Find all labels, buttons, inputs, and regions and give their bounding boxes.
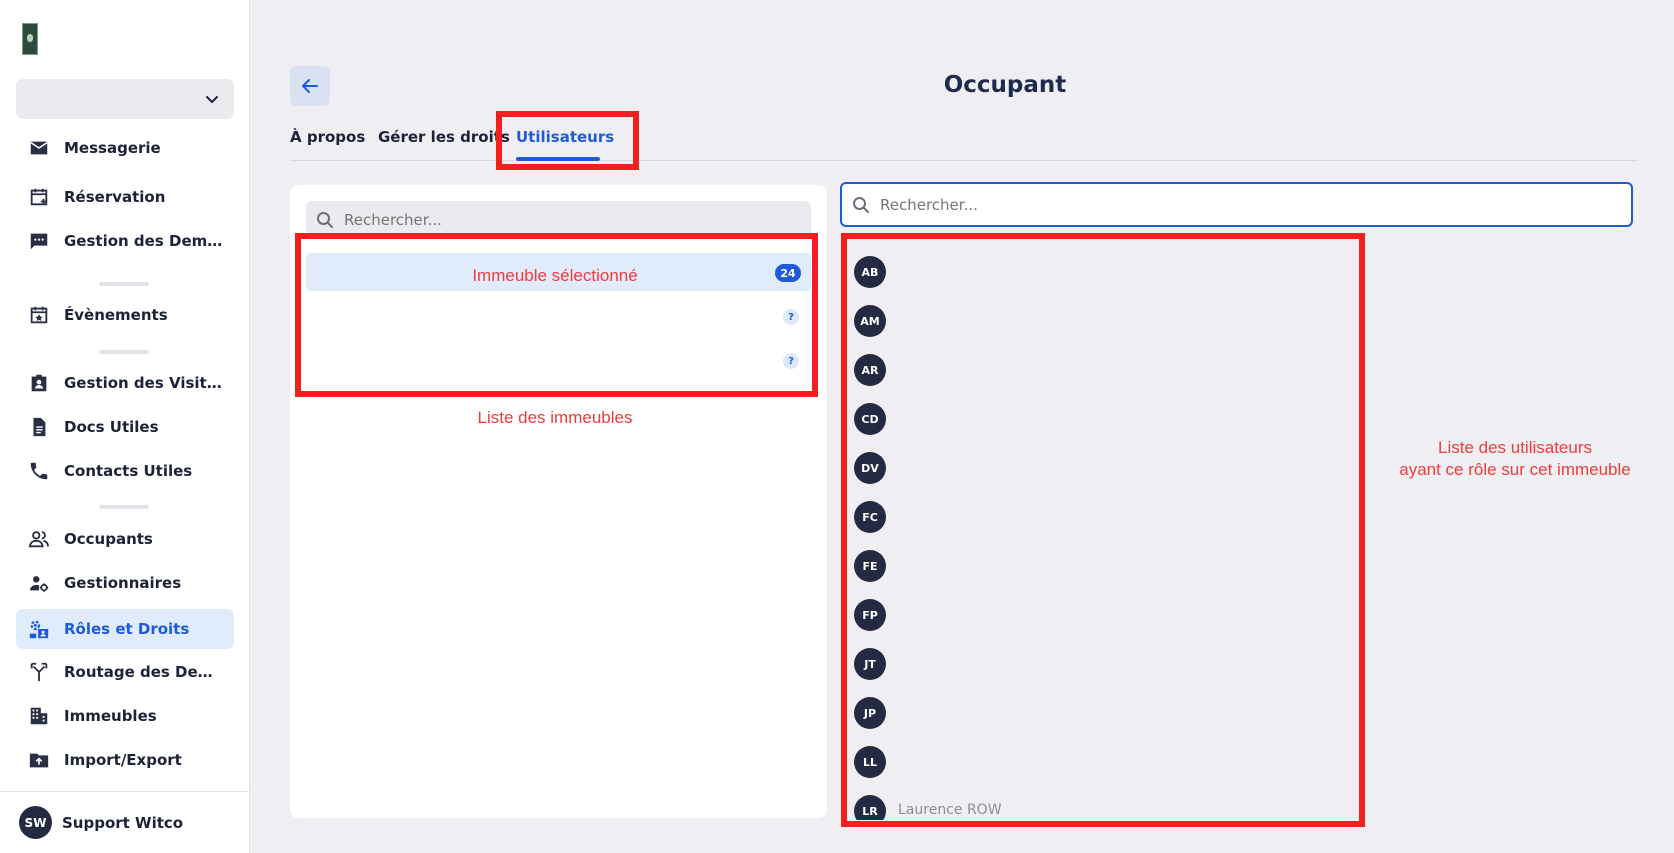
- phone-icon: [30, 462, 48, 480]
- sidebar-item-messagerie[interactable]: Messagerie: [16, 128, 234, 168]
- page-title: Occupant: [943, 72, 1067, 98]
- sidebar-item-import-export[interactable]: Import/Export: [16, 740, 234, 780]
- sidebar-item-routage-demandes[interactable]: Routage des Deman...: [16, 652, 234, 692]
- sidebar-item-roles-droits[interactable]: Rôles et Droits: [16, 609, 234, 649]
- sidebar-separator: [99, 350, 149, 354]
- back-button[interactable]: [290, 66, 330, 106]
- search-icon: [317, 212, 333, 228]
- sidebar-item-label: Routage des Deman...: [64, 663, 224, 681]
- sidebar: Messagerie Réservation Gestion des Deman…: [0, 0, 250, 853]
- chat-icon: [30, 233, 48, 250]
- sidebar-item-label: Immeubles: [64, 707, 157, 725]
- visitor-badge-icon: [31, 374, 47, 392]
- routing-icon: [30, 662, 48, 682]
- annotation-box-tab: [496, 111, 639, 170]
- arrow-left-icon: [302, 79, 318, 93]
- sidebar-item-contacts-utiles[interactable]: Contacts Utiles: [16, 451, 234, 491]
- chevron-down-icon: [206, 96, 218, 103]
- sidebar-item-gestion-visiteurs[interactable]: Gestion des Visiteurs: [16, 363, 234, 403]
- annotation-box-buildings: [295, 233, 818, 397]
- user-name: Support Witco: [62, 813, 184, 832]
- users-search[interactable]: [840, 182, 1633, 227]
- sidebar-item-label: Rôles et Droits: [64, 620, 190, 638]
- users-icon: [28, 531, 50, 548]
- tab-bar: À propos Gérer les droits Utilisateurs: [290, 125, 1638, 161]
- tab-gerer-droits[interactable]: Gérer les droits: [378, 128, 510, 146]
- users-search-input[interactable]: [880, 195, 1620, 214]
- annotation-users-list-line1: Liste des utilisateurs: [1437, 438, 1593, 457]
- roles-icon: [29, 620, 49, 639]
- folder-upload-icon: [29, 753, 49, 768]
- sidebar-item-label: Réservation: [64, 188, 166, 206]
- sidebar-item-label: Import/Export: [64, 751, 182, 769]
- sidebar-item-label: Contacts Utiles: [64, 462, 193, 480]
- sidebar-item-occupants[interactable]: Occupants: [16, 519, 234, 559]
- sidebar-item-label: Messagerie: [64, 139, 161, 157]
- sidebar-item-label: Évènements: [64, 306, 168, 324]
- search-icon: [853, 196, 869, 213]
- annotation-box-users: [841, 233, 1365, 827]
- building-icon: [30, 707, 48, 725]
- user-profile[interactable]: SW Support Witco: [0, 791, 250, 853]
- sidebar-item-gestion-demandes[interactable]: Gestion des Demand...: [16, 221, 234, 261]
- annotation-selected-building: Immeuble sélectionné: [472, 266, 638, 285]
- sidebar-item-label: Gestion des Demand...: [64, 232, 224, 250]
- sidebar-separator: [99, 505, 149, 509]
- buildings-search-input[interactable]: [344, 211, 804, 229]
- organization-select[interactable]: [16, 79, 234, 119]
- sidebar-item-reservation[interactable]: Réservation: [16, 177, 234, 217]
- sidebar-item-evenements[interactable]: Évènements: [16, 295, 234, 335]
- company-logo: [22, 23, 38, 55]
- sidebar-item-label: Occupants: [64, 530, 153, 548]
- calendar-plus-icon: [30, 188, 48, 206]
- user-gear-icon: [29, 576, 49, 592]
- sidebar-item-label: Gestionnaires: [64, 574, 182, 592]
- mail-icon: [30, 141, 48, 155]
- annotation-users-list-line2: ayant ce rôle sur cet immeuble: [1399, 460, 1631, 479]
- calendar-star-icon: [30, 306, 48, 324]
- document-icon: [33, 417, 46, 437]
- sidebar-item-docs-utiles[interactable]: Docs Utiles: [16, 407, 234, 447]
- sidebar-item-immeubles[interactable]: Immeubles: [16, 696, 234, 736]
- sidebar-separator: [99, 282, 149, 286]
- avatar: SW: [19, 806, 52, 839]
- sidebar-item-label: Gestion des Visiteurs: [64, 374, 224, 392]
- sidebar-item-gestionnaires[interactable]: Gestionnaires: [16, 563, 234, 603]
- tab-a-propos[interactable]: À propos: [290, 128, 365, 146]
- annotation-buildings-list: Liste des immeubles: [477, 408, 633, 427]
- sidebar-item-label: Docs Utiles: [64, 418, 159, 436]
